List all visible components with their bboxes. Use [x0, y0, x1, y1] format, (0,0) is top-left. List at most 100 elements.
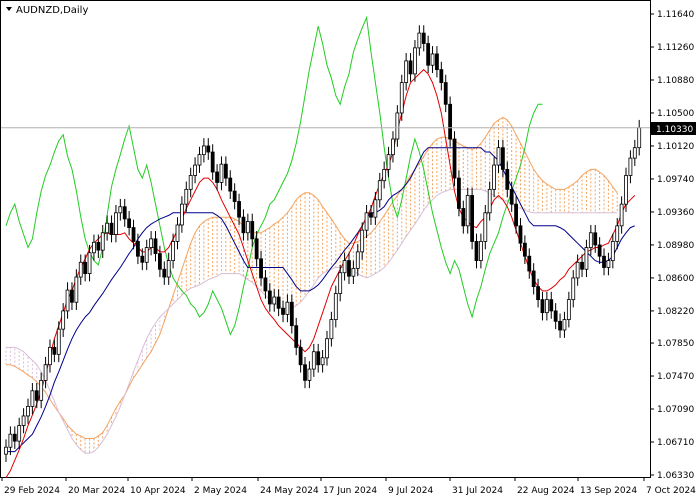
- candle-body: [439, 69, 444, 83]
- candle-body: [43, 364, 48, 381]
- chart-window: 1.11640 1.11260 1.10880 1.10500 1.10120 1.097…: [0, 0, 700, 500]
- candle-body: [197, 154, 202, 166]
- y-tick-label: 1.06710: [657, 438, 694, 448]
- candle-body: [549, 299, 554, 312]
- x-tick-label: 9 Jul 2024: [388, 486, 433, 496]
- candle-body: [470, 195, 475, 242]
- y-axis: 1.11640 1.11260 1.10880 1.10500 1.10120 1.097…: [650, 10, 694, 481]
- candle-body: [580, 261, 584, 270]
- candle-body: [461, 208, 466, 227]
- candle-body: [259, 258, 263, 279]
- candle-body: [241, 216, 246, 234]
- candle-body: [232, 190, 237, 202]
- candle-body: [263, 277, 268, 292]
- candle-body: [289, 301, 294, 327]
- candle-body: [162, 268, 167, 278]
- candle-body: [254, 238, 259, 260]
- candle-body: [281, 307, 285, 315]
- candle-body: [149, 238, 154, 248]
- candle-body: [619, 203, 624, 227]
- candle-body: [391, 138, 395, 156]
- current-price-label: 1.10330: [651, 122, 696, 135]
- candle-body: [61, 310, 66, 330]
- candle-body: [338, 272, 343, 294]
- candle-body: [544, 299, 549, 314]
- candle-body: [413, 47, 417, 75]
- candle-body: [584, 247, 589, 270]
- candle-body: [294, 325, 299, 348]
- x-tick-label: 22 Aug 2024: [517, 486, 575, 496]
- candle-body: [443, 82, 448, 105]
- candle-body: [21, 415, 26, 426]
- candle-body: [426, 43, 431, 66]
- candle-body: [531, 270, 536, 288]
- candle-body: [193, 164, 197, 176]
- candle-body: [360, 229, 365, 253]
- candle-body: [474, 241, 479, 261]
- x-tick-label: 24 May 2024: [260, 486, 319, 496]
- candle-body: [74, 276, 79, 303]
- y-tick-label: 1.10880: [657, 76, 694, 86]
- candle-body: [210, 151, 215, 173]
- candle-body: [325, 338, 329, 359]
- x-tick-label: 31 Jul 2024: [452, 486, 503, 496]
- candle-body: [215, 171, 219, 183]
- candle-body: [179, 203, 184, 226]
- candle-body: [527, 255, 532, 272]
- y-tick-label: 1.10120: [657, 142, 694, 152]
- candle-body: [606, 260, 611, 268]
- candle-body: [8, 433, 13, 448]
- candle-body: [483, 212, 488, 242]
- candle-body: [505, 169, 510, 190]
- candle-body: [597, 244, 602, 257]
- candle-body: [70, 289, 74, 303]
- candle-body: [369, 212, 373, 218]
- y-tick-label: 1.10500: [657, 109, 694, 119]
- candle-body: [153, 238, 158, 255]
- candle-body: [448, 103, 453, 140]
- candle-body: [452, 138, 457, 179]
- candle-body: [558, 320, 562, 331]
- candle-body: [382, 169, 387, 182]
- candle-body: [206, 145, 211, 153]
- candle-body: [272, 296, 277, 305]
- candle-body: [386, 154, 391, 170]
- candle-body: [118, 206, 123, 214]
- candle-body: [496, 147, 501, 166]
- candle-body: [628, 157, 633, 176]
- chart-title: AUDNZD,Daily: [16, 5, 88, 16]
- candle-body: [131, 227, 136, 242]
- candle-body: [34, 390, 39, 401]
- candle-body: [96, 241, 101, 251]
- x-tick-label: 13 Sep 2024: [580, 486, 637, 496]
- candle-body: [479, 241, 483, 261]
- candle-body: [465, 195, 470, 227]
- candle-body: [122, 206, 127, 220]
- x-tick-label: 7 Oct 2024: [646, 486, 696, 496]
- candle-body: [201, 145, 206, 156]
- candle-body: [100, 232, 105, 251]
- candle-body: [39, 379, 44, 401]
- candle-body: [267, 290, 272, 305]
- candle-body: [487, 188, 492, 214]
- candle-body: [17, 425, 22, 442]
- candle-body: [140, 255, 145, 263]
- candle-body: [329, 319, 334, 340]
- y-tick-label: 1.07470: [657, 372, 694, 382]
- y-tick-label: 1.07850: [657, 339, 694, 349]
- candle-body: [540, 299, 545, 314]
- candle-body: [632, 147, 637, 159]
- chart-title-group[interactable]: AUDNZD,Daily: [6, 5, 88, 16]
- candle-body: [245, 221, 250, 234]
- candle-body: [610, 241, 615, 261]
- y-tick-label: 1.07090: [657, 405, 694, 415]
- candle-body: [285, 301, 290, 315]
- candle-body: [144, 247, 149, 263]
- x-tick-label: 10 Apr 2024: [130, 486, 186, 496]
- candle-body: [175, 224, 180, 242]
- candle-body: [553, 310, 558, 322]
- candle-body: [219, 163, 224, 183]
- candle-body: [48, 346, 52, 366]
- y-tick-label: 1.09740: [657, 175, 694, 185]
- candle-body: [26, 406, 30, 417]
